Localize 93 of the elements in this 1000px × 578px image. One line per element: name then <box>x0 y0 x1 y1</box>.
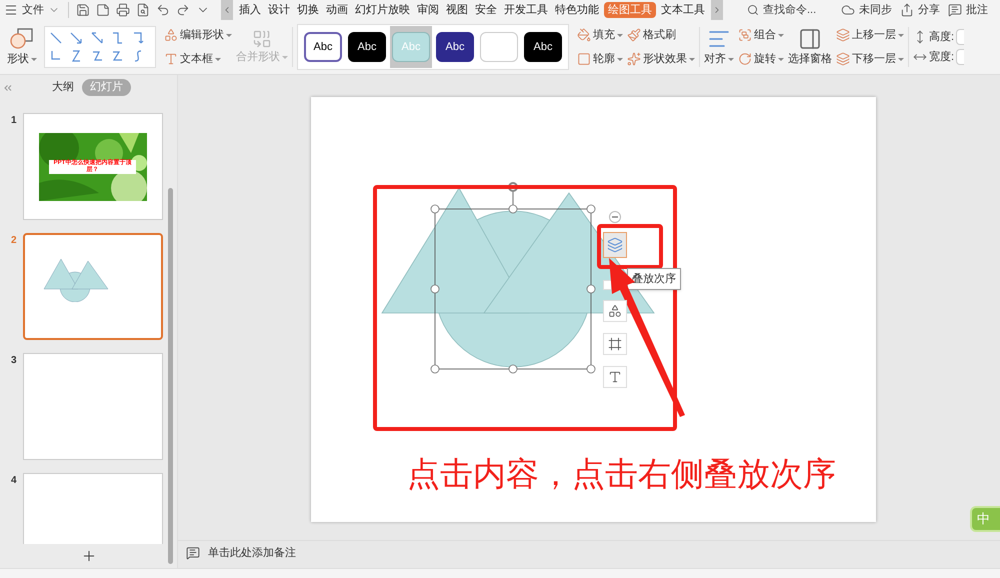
ribbon-tab[interactable]: 幻灯片放映 <box>353 2 412 18</box>
slide-number: 3 <box>10 354 18 368</box>
caret-icon <box>215 58 221 60</box>
search-icon <box>747 3 759 17</box>
selection-pane-icon <box>798 26 822 51</box>
slide-number: 2 <box>10 234 18 248</box>
scroll-left-button[interactable] <box>221 0 233 20</box>
ribbon-button[interactable]: 上移一层 <box>836 25 904 45</box>
layers-icon <box>607 237 623 253</box>
format-painter-icon <box>627 28 641 42</box>
line-style-icon <box>110 49 124 63</box>
annotation-text: 点击内容，点击右侧叠放次序 <box>407 454 836 494</box>
floating-button[interactable] <box>603 300 627 322</box>
caret-icon <box>898 58 904 60</box>
floating-button[interactable] <box>603 333 627 355</box>
slide-number: 4 <box>10 474 18 488</box>
ribbon-button[interactable]: 下移一层 <box>836 49 904 69</box>
arrange-button[interactable] <box>603 232 627 258</box>
notes-icon <box>186 546 200 560</box>
ribbon-button[interactable]: 旋转 <box>738 49 784 69</box>
caret-icon <box>31 58 37 60</box>
line-gallery[interactable] <box>44 26 156 68</box>
text-box-icon <box>164 52 178 66</box>
panel-tab[interactable]: 大纲 <box>52 79 74 96</box>
save-icon <box>76 3 90 17</box>
caret-icon <box>617 58 623 60</box>
ribbon-button[interactable]: 轮廓 <box>577 49 623 69</box>
shape-button[interactable]: 形状 <box>4 26 40 68</box>
caret-icon <box>898 34 904 36</box>
caret-icon <box>226 34 232 36</box>
print-preview-icon <box>136 3 150 17</box>
text-box-icon <box>608 370 622 384</box>
ribbon-button[interactable]: 填充 <box>577 25 623 45</box>
caret-icon <box>282 56 288 58</box>
toolbar-action-button[interactable]: 分享 <box>900 2 940 18</box>
share-icon <box>900 3 914 17</box>
size-label: 宽度: <box>929 50 954 65</box>
tooltip: 叠放次序 <box>627 268 681 290</box>
menu-icon <box>4 3 18 17</box>
ribbon-tab[interactable]: 开发工具 <box>502 2 550 18</box>
selection-pane-button[interactable]: 选择窗格 <box>788 26 832 68</box>
ribbon-button[interactable]: 编辑形状 <box>164 25 232 45</box>
ribbon-button[interactable]: 文本框 <box>164 49 232 69</box>
ribbon-tab[interactable]: 审阅 <box>415 2 441 18</box>
comment-icon <box>948 3 962 17</box>
size-field[interactable] <box>956 28 964 45</box>
caret-icon <box>728 58 734 60</box>
ribbon-tab[interactable]: 切换 <box>295 2 321 18</box>
caret-icon <box>689 58 695 60</box>
redo-icon <box>176 3 190 17</box>
rotate-icon <box>738 52 752 66</box>
collapse-icon[interactable] <box>609 211 621 223</box>
line-style-icon <box>49 31 63 45</box>
caret-icon <box>778 34 784 36</box>
shapes-drawing <box>42 257 109 302</box>
ribbon-button[interactable]: 形状效果 <box>627 49 695 69</box>
shapes-icon <box>9 26 35 51</box>
merge-icon <box>252 28 272 49</box>
cloud-icon <box>841 3 855 17</box>
line-style-icon <box>90 31 104 45</box>
align-button[interactable]: 对齐 <box>704 26 734 68</box>
ribbon-tab[interactable]: 文本工具 <box>659 2 707 18</box>
toolbar-action-button[interactable]: 批注 <box>948 2 988 18</box>
toolbar-action-button[interactable]: 未同步 <box>841 2 892 18</box>
slide-thumbnail[interactable] <box>22 233 163 340</box>
line-style-icon <box>110 31 124 45</box>
ribbon-button[interactable]: 格式刷 <box>627 25 695 45</box>
scroll-right-button[interactable] <box>711 0 723 20</box>
undo-icon <box>156 3 170 17</box>
slide-thumbnail[interactable] <box>22 353 163 460</box>
caret-icon <box>778 58 784 60</box>
size-label: 高度: <box>929 30 954 44</box>
size-field[interactable] <box>956 49 964 66</box>
line-style-icon <box>69 31 84 45</box>
slide-number: 1 <box>10 114 18 128</box>
ribbon-button[interactable]: 组合 <box>738 25 784 45</box>
group-icon <box>738 28 752 42</box>
ribbon-tab[interactable]: 视图 <box>444 2 470 18</box>
ribbon-tab[interactable]: 特色功能 <box>553 2 601 18</box>
ribbon-tab[interactable]: 动画 <box>324 2 350 18</box>
print-icon <box>116 3 130 17</box>
search-field[interactable]: 查找命令... <box>747 2 829 18</box>
floating-button[interactable] <box>603 366 627 388</box>
caret-icon <box>617 34 623 36</box>
notes-field[interactable]: 单击此处添加备注 <box>186 544 296 562</box>
edit-shape-icon <box>164 28 178 42</box>
layers-icon <box>836 52 850 66</box>
effects-icon <box>627 52 641 66</box>
ribbon-tab[interactable]: 设计 <box>266 2 292 18</box>
layers-icon <box>836 28 850 42</box>
file-menu[interactable]: 文件 <box>0 0 64 20</box>
ribbon-tab[interactable]: 插入 <box>237 2 263 18</box>
ribbon-tab[interactable]: 安全 <box>473 2 499 18</box>
